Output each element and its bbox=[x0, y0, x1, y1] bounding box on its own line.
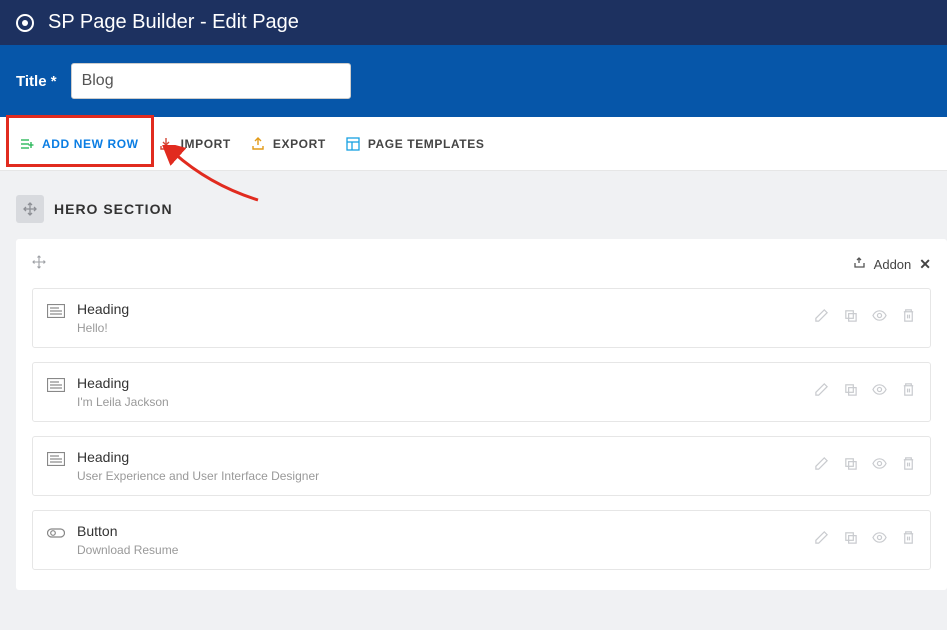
page-title: SP Page Builder - Edit Page bbox=[48, 11, 299, 34]
column-head: Addon ✕ bbox=[32, 253, 931, 276]
import-label: IMPORT bbox=[181, 137, 231, 151]
section-title: HERO SECTION bbox=[54, 201, 173, 217]
delete-icon[interactable] bbox=[901, 382, 916, 402]
section-header: HERO SECTION bbox=[16, 195, 947, 223]
addon-actions bbox=[814, 308, 916, 328]
addon-subtitle: User Experience and User Interface Desig… bbox=[77, 469, 319, 483]
title-bar: Title * bbox=[0, 45, 947, 117]
addon-type: Heading bbox=[77, 449, 319, 465]
delete-icon[interactable] bbox=[901, 530, 916, 550]
heading-type-icon bbox=[47, 449, 77, 471]
addon-subtitle: Download Resume bbox=[77, 543, 178, 557]
addon-type: Button bbox=[77, 523, 178, 539]
import-button[interactable]: IMPORT bbox=[149, 123, 241, 165]
add-new-row-button[interactable]: ADD NEW ROW bbox=[10, 123, 149, 165]
tools-icon[interactable]: ✕ bbox=[919, 256, 931, 273]
import-icon bbox=[159, 137, 173, 151]
visibility-icon[interactable] bbox=[872, 456, 887, 476]
target-icon bbox=[16, 14, 34, 32]
export-button[interactable]: EXPORT bbox=[241, 123, 336, 165]
addon-label[interactable]: Addon bbox=[874, 257, 912, 272]
edit-icon[interactable] bbox=[814, 308, 829, 328]
heading-type-icon bbox=[47, 301, 77, 323]
plus-rows-icon bbox=[20, 137, 34, 151]
heading-type-icon bbox=[47, 375, 77, 397]
addon-item: Heading Hello! bbox=[32, 288, 931, 348]
addon-actions bbox=[814, 530, 916, 550]
visibility-icon[interactable] bbox=[872, 308, 887, 328]
move-icon[interactable] bbox=[32, 255, 46, 274]
visibility-icon[interactable] bbox=[872, 382, 887, 402]
edit-icon[interactable] bbox=[814, 530, 829, 550]
visibility-icon[interactable] bbox=[872, 530, 887, 550]
export-label: EXPORT bbox=[273, 137, 326, 151]
add-row-label: ADD NEW ROW bbox=[42, 137, 139, 151]
section-drag-handle[interactable] bbox=[16, 195, 44, 223]
button-type-icon bbox=[47, 523, 77, 545]
page-templates-button[interactable]: PAGE TEMPLATES bbox=[336, 123, 495, 165]
addon-actions bbox=[814, 382, 916, 402]
delete-icon[interactable] bbox=[901, 308, 916, 328]
export-icon bbox=[251, 137, 265, 151]
duplicate-icon[interactable] bbox=[843, 456, 858, 476]
addon-item: Heading User Experience and User Interfa… bbox=[32, 436, 931, 496]
duplicate-icon[interactable] bbox=[843, 308, 858, 328]
templates-label: PAGE TEMPLATES bbox=[368, 137, 485, 151]
addon-item: Heading I'm Leila Jackson bbox=[32, 362, 931, 422]
addon-add-icon[interactable] bbox=[852, 255, 866, 274]
templates-icon bbox=[346, 137, 360, 151]
column-panel: Addon ✕ Heading Hello! bbox=[16, 239, 947, 590]
toolbar: ADD NEW ROW IMPORT EXPORT PAGE TEMPLATES bbox=[0, 117, 947, 171]
title-label: Title * bbox=[16, 73, 57, 90]
addon-actions bbox=[814, 456, 916, 476]
edit-icon[interactable] bbox=[814, 382, 829, 402]
title-input[interactable] bbox=[71, 63, 351, 99]
edit-icon[interactable] bbox=[814, 456, 829, 476]
addon-type: Heading bbox=[77, 301, 129, 317]
addon-subtitle: Hello! bbox=[77, 321, 129, 335]
addon-subtitle: I'm Leila Jackson bbox=[77, 395, 169, 409]
addon-type: Heading bbox=[77, 375, 169, 391]
delete-icon[interactable] bbox=[901, 456, 916, 476]
page-header: SP Page Builder - Edit Page bbox=[0, 0, 947, 45]
duplicate-icon[interactable] bbox=[843, 530, 858, 550]
content-area: HERO SECTION Addon ✕ Heading Hello! bbox=[0, 171, 947, 630]
duplicate-icon[interactable] bbox=[843, 382, 858, 402]
addon-item: Button Download Resume bbox=[32, 510, 931, 570]
